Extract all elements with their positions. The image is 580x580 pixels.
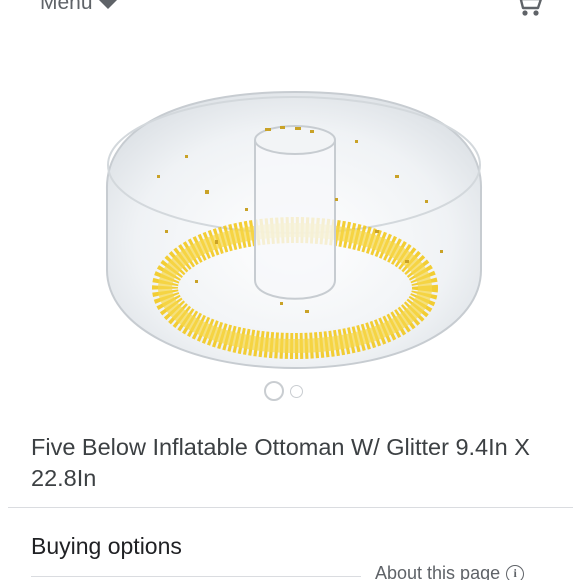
product-image[interactable] bbox=[95, 80, 490, 380]
top-bar: Menu bbox=[0, 0, 580, 22]
product-title: Five Below Inflatable Ottoman W/ Glitter… bbox=[31, 434, 530, 491]
divider bbox=[8, 507, 573, 508]
divider bbox=[31, 576, 361, 577]
menu-label: Menu bbox=[40, 0, 93, 14]
carousel-dots bbox=[264, 380, 303, 402]
info-icon: i bbox=[506, 564, 525, 580]
carousel-dot-1[interactable] bbox=[264, 381, 284, 401]
carousel-dot-2[interactable] bbox=[290, 384, 303, 398]
shopping-cart-icon[interactable] bbox=[514, 0, 544, 18]
menu-button[interactable]: Menu bbox=[40, 0, 117, 15]
chevron-down-icon bbox=[98, 0, 117, 9]
about-this-page-link[interactable]: About this page i bbox=[375, 563, 525, 580]
about-this-page-label: About this page bbox=[375, 563, 501, 580]
buying-options-heading: Buying options bbox=[31, 533, 182, 559]
